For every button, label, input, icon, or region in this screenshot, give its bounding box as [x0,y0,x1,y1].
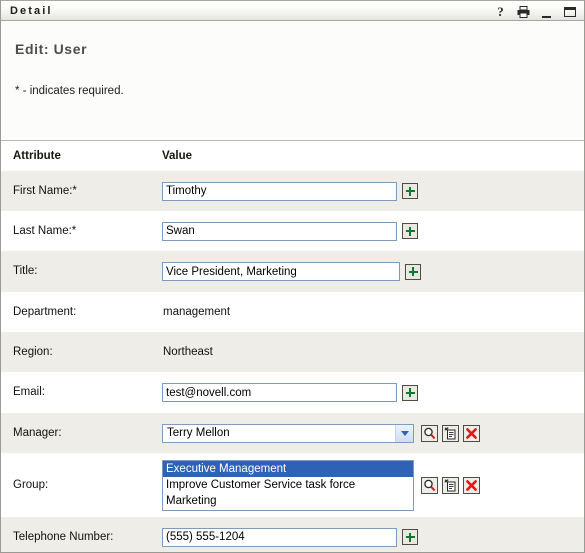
history-icon[interactable] [442,424,459,442]
search-icon[interactable] [421,476,438,494]
list-item[interactable]: Marketing [163,493,413,509]
field-label-last-name: Last Name:* [13,224,77,237]
window-title: Detail [10,4,53,17]
page-title: Edit: User [15,41,88,57]
add-title-button[interactable] [405,263,421,280]
column-header-attribute: Attribute [13,150,61,162]
table-row-last-name: Last Name:* [1,211,584,251]
field-value-region: Northeast [163,346,213,358]
table-row-telephone: Telephone Number: [1,517,584,552]
help-icon[interactable]: ? [494,4,507,19]
email-input[interactable] [162,383,397,402]
window-controls: ? [494,1,576,22]
title-input[interactable] [162,262,400,281]
manager-select-value: Terry Mellon [167,427,230,439]
minimize-icon[interactable] [540,3,553,20]
list-item[interactable]: Executive Management [163,460,413,477]
field-label-email: Email: [13,386,45,398]
list-item[interactable]: Improve Customer Service task force [163,477,413,493]
field-value-first-name [162,181,584,201]
page-header: Edit: User * - indicates required. [1,21,584,141]
field-label-group: Group: [13,478,49,491]
table-row-email: Email: [1,372,584,413]
maximize-icon[interactable] [563,4,576,19]
last-name-input[interactable] [162,221,397,241]
history-icon[interactable] [442,476,459,494]
chevron-down-icon[interactable] [395,424,413,442]
add-telephone-button[interactable] [402,529,418,545]
field-label-telephone: Telephone Number: [13,530,114,543]
table-row-first-name: First Name:* [1,171,584,211]
table-row-title: Title: [1,251,584,292]
field-value-manager: Terry Mellon [162,423,584,443]
table-row-manager: Manager: Terry Mellon [1,413,584,453]
table-column-headers: Attribute Value [1,141,584,171]
field-value-group: Executive Management Improve Customer Se… [162,459,584,511]
field-label-department: Department: [13,305,77,318]
clear-icon[interactable] [463,476,480,494]
field-value-telephone [162,527,584,547]
table-row-department: Department: management [1,292,584,332]
add-first-name-button[interactable] [402,183,418,199]
clear-icon[interactable] [463,424,480,442]
required-note: * - indicates required. [15,85,124,97]
search-icon[interactable] [421,424,438,442]
telephone-input[interactable] [162,527,397,547]
add-email-button[interactable] [402,384,418,401]
field-label-manager: Manager: [13,426,62,439]
column-header-value: Value [162,150,193,162]
group-listbox[interactable]: Executive Management Improve Customer Se… [162,459,414,511]
field-value-department: management [163,306,231,318]
help-icon-glyph: ? [497,4,504,19]
print-icon[interactable] [517,4,530,19]
field-value-title [162,262,584,281]
field-label-title: Title: [13,265,38,277]
manager-action-buttons [421,424,480,442]
field-value-last-name [162,221,584,241]
table-row-group: Group: Executive Management Improve Cust… [1,453,584,517]
field-label-first-name: First Name:* [13,184,77,197]
group-action-buttons [421,476,480,494]
table-row-region: Region: Northeast [1,332,584,372]
add-last-name-button[interactable] [402,223,418,239]
detail-window: Detail ? Edit: User * - indicates requir… [0,0,585,553]
field-value-email [162,383,584,402]
window-titlebar: Detail ? [1,0,584,21]
field-label-region: Region: [13,345,53,358]
first-name-input[interactable] [162,181,397,201]
manager-select[interactable]: Terry Mellon [162,423,414,443]
